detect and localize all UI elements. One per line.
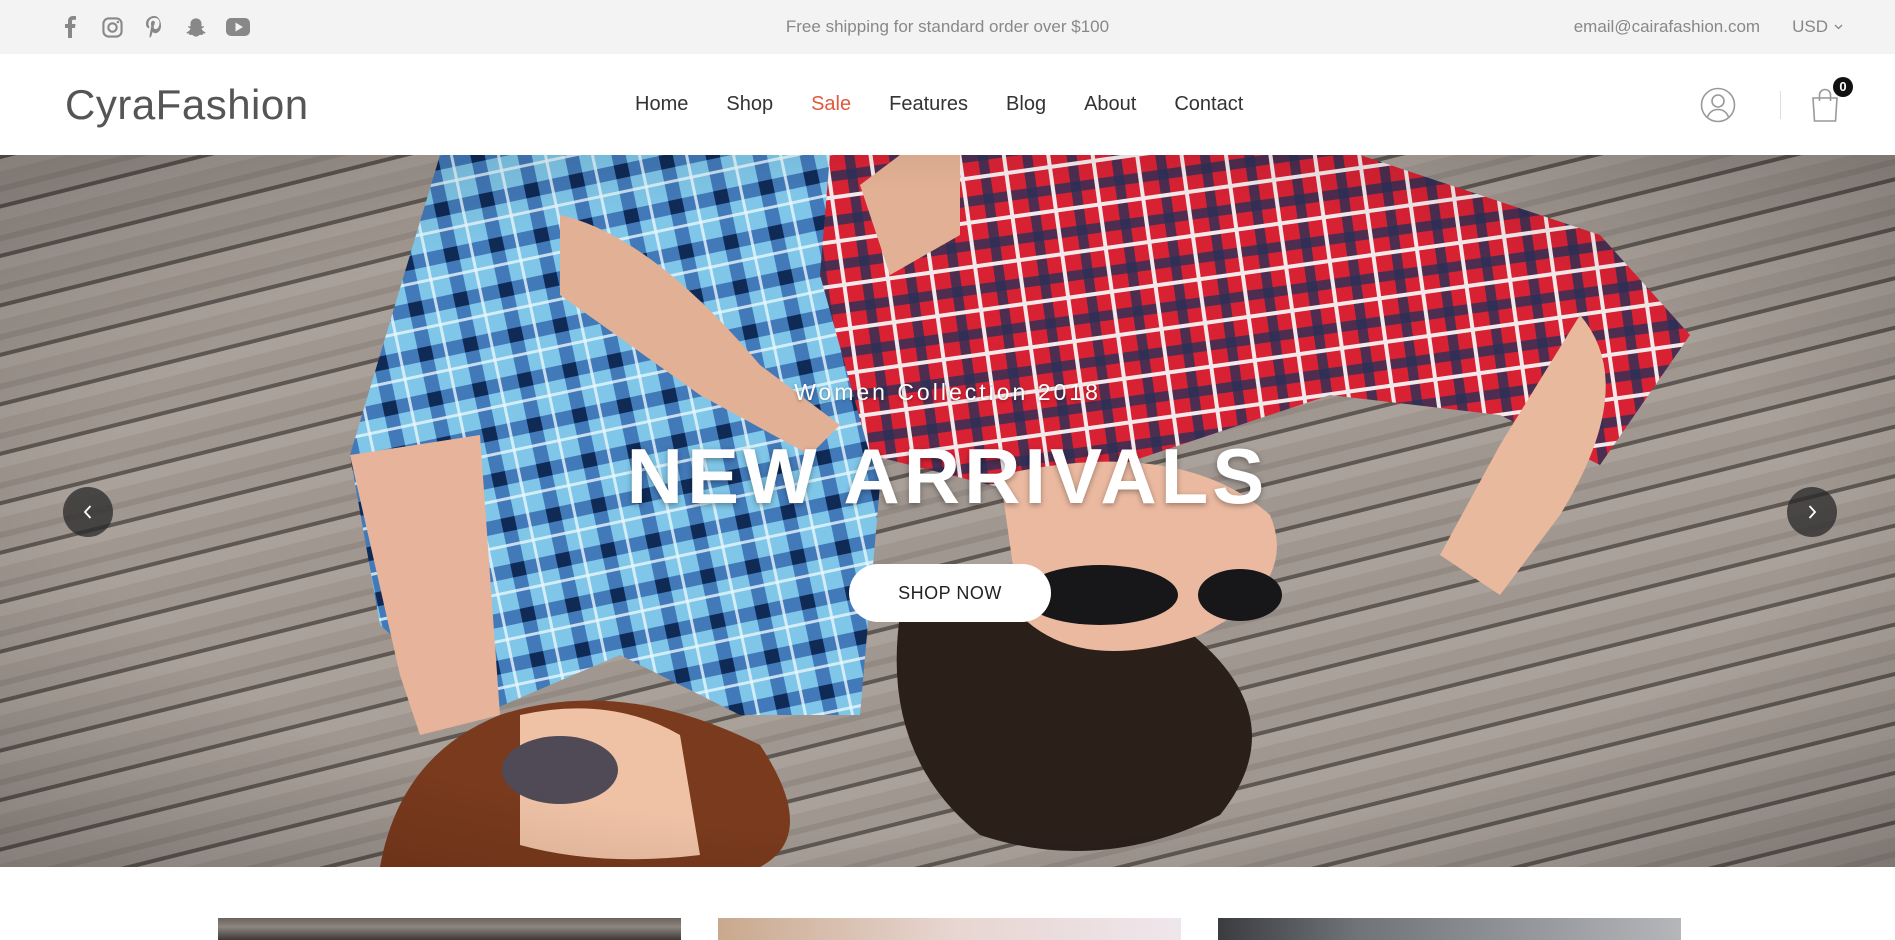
nav-item-about[interactable]: About	[1084, 93, 1136, 116]
currency-selector[interactable]: USD	[1792, 17, 1843, 37]
hero-title: NEW ARRIVALS	[626, 432, 1269, 520]
cart-count-badge: 0	[1833, 76, 1853, 97]
slider-next-button[interactable]	[1787, 487, 1837, 537]
main-nav: Home Shop Sale Features Blog About Conta…	[635, 54, 1281, 155]
chevron-down-icon	[1834, 24, 1843, 30]
nav-item-contact[interactable]: Contact	[1174, 93, 1243, 116]
category-banner-2[interactable]	[718, 918, 1181, 940]
nav-item-home[interactable]: Home	[635, 93, 688, 116]
nav-item-shop[interactable]: Shop	[726, 93, 773, 116]
shop-now-button[interactable]: SHOP NOW	[849, 564, 1051, 622]
cart-button[interactable]: 0	[1809, 76, 1853, 123]
slider-prev-button[interactable]	[63, 487, 113, 537]
top-bar: Free shipping for standard order over $1…	[0, 0, 1895, 54]
chevron-left-icon	[83, 505, 92, 519]
currency-label: USD	[1792, 17, 1828, 36]
chevron-right-icon	[1808, 505, 1817, 519]
hero-content: Women Collection 2018 NEW ARRIVALS SHOP …	[0, 155, 1895, 867]
header-actions: 0	[1700, 54, 1853, 155]
site-logo[interactable]: CyraFashion	[65, 54, 309, 155]
nav-item-blog[interactable]: Blog	[1006, 93, 1046, 116]
header-divider	[1780, 90, 1781, 119]
category-banner-3[interactable]	[1218, 918, 1681, 940]
hero-slider: Women Collection 2018 NEW ARRIVALS SHOP …	[0, 155, 1895, 867]
site-header: CyraFashion Home Shop Sale Features Blog…	[0, 54, 1895, 155]
top-bar-right: email@cairafashion.com USD	[1574, 0, 1843, 54]
user-account-icon[interactable]	[1700, 87, 1736, 123]
nav-item-sale[interactable]: Sale	[811, 93, 851, 116]
hero-subtitle: Women Collection 2018	[794, 379, 1101, 405]
category-banners	[0, 867, 1895, 940]
contact-email-link[interactable]: email@cairafashion.com	[1574, 17, 1760, 37]
category-banner-1[interactable]	[218, 918, 681, 940]
nav-item-features[interactable]: Features	[889, 93, 968, 116]
